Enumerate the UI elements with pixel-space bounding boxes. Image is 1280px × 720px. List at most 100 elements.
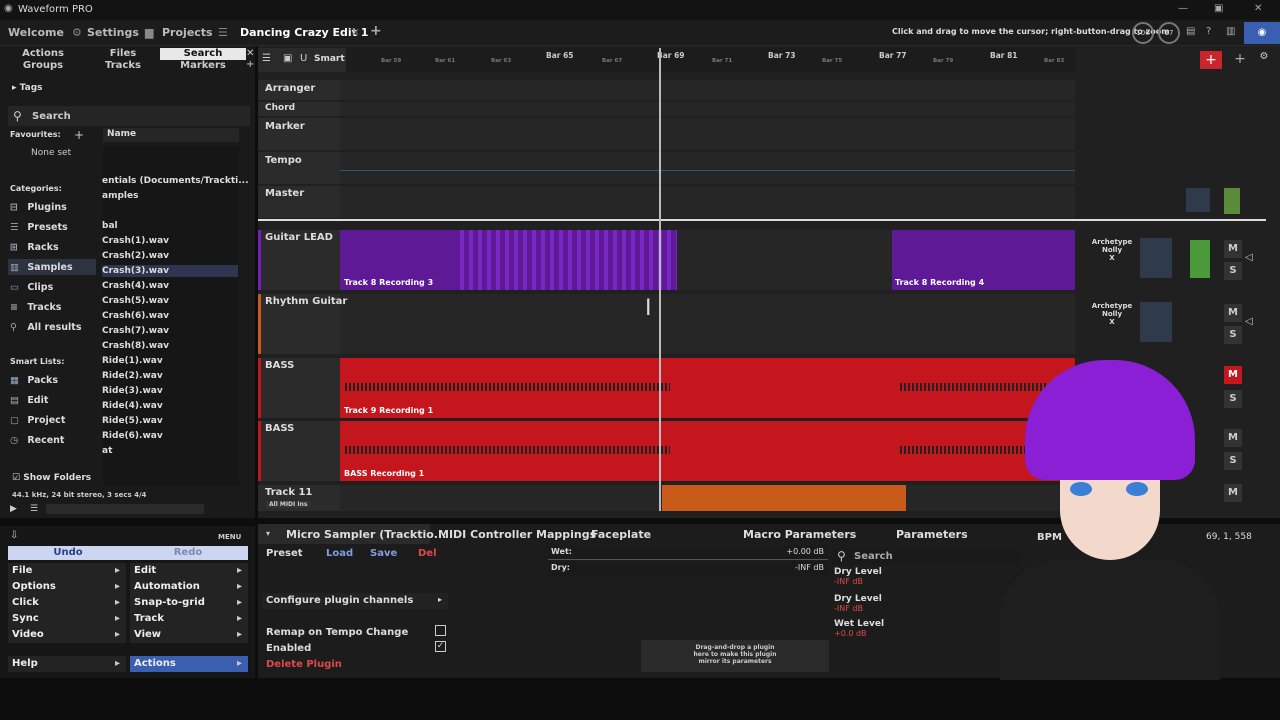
- add-button[interactable]: +: [1230, 51, 1250, 69]
- close-tab-icon[interactable]: ✕: [351, 26, 360, 39]
- menu-edit[interactable]: Edit: [130, 563, 248, 579]
- master-plugin-slot[interactable]: [1186, 188, 1210, 212]
- tab-welcome[interactable]: Welcome: [8, 26, 64, 39]
- tab-edit[interactable]: Dancing Crazy Edit 1: [240, 26, 368, 39]
- magnet-icon[interactable]: U: [300, 53, 307, 64]
- maximize-icon[interactable]: ▣: [1214, 3, 1223, 14]
- mirror-drop-zone[interactable]: Drag-and-drop a plugin here to make this…: [641, 640, 829, 672]
- configure-channels-button[interactable]: Configure plugin channels ▸: [262, 593, 448, 609]
- file-item[interactable]: Crash(6).wav: [102, 311, 169, 321]
- add-favourite-button[interactable]: +: [74, 128, 84, 142]
- file-item[interactable]: Ride(3).wav: [102, 386, 163, 396]
- menu-video[interactable]: Video: [8, 627, 126, 643]
- collapse-icon[interactable]: ▾: [266, 529, 270, 538]
- rhythm-guitar-lane[interactable]: [340, 294, 1075, 354]
- smart-list-edit[interactable]: ▤ Edit: [10, 395, 48, 406]
- category-plugins[interactable]: ⊟ Plugins: [10, 202, 67, 213]
- browser-tab-search[interactable]: Search: [160, 48, 246, 60]
- menu-automation[interactable]: Automation: [130, 579, 248, 595]
- wet-slider[interactable]: Wet: +0.00 dB: [548, 546, 828, 560]
- add-track-button[interactable]: +: [1200, 51, 1222, 69]
- file-item[interactable]: Crash(7).wav: [102, 326, 169, 336]
- load-button[interactable]: Load: [326, 548, 353, 559]
- browser-tab-tracks[interactable]: Tracks: [90, 60, 156, 72]
- clip-track-11[interactable]: [662, 485, 906, 511]
- file-item[interactable]: Crash(1).wav: [102, 236, 169, 246]
- category-clips[interactable]: ▭ Clips: [10, 282, 53, 293]
- show-folders-toggle[interactable]: ☑ Show Folders: [12, 473, 91, 483]
- smart-list-project[interactable]: ▢ Project: [10, 415, 65, 426]
- param-dry-level-1[interactable]: Dry Level -INF dB: [834, 567, 882, 586]
- minimize-icon[interactable]: —: [1178, 3, 1188, 14]
- playhead[interactable]: [659, 48, 661, 511]
- solo-button[interactable]: S: [1224, 262, 1242, 280]
- tab-projects[interactable]: Projects: [162, 26, 213, 39]
- file-item[interactable]: Ride(2).wav: [102, 371, 163, 381]
- close-icon[interactable]: ✕: [1254, 3, 1262, 14]
- menu-actions[interactable]: Actions: [130, 656, 248, 672]
- file-item[interactable]: Ride(4).wav: [102, 401, 163, 411]
- file-item[interactable]: entials (Documents/Trackti...: [102, 176, 249, 186]
- speaker-icon[interactable]: ◁: [1245, 252, 1253, 263]
- tempo-lane[interactable]: [340, 152, 1075, 184]
- save-icon[interactable]: ▣: [283, 53, 292, 64]
- delete-preset-button[interactable]: Del: [418, 548, 437, 559]
- tab-midi-mappings[interactable]: MIDI Controller Mappings: [438, 528, 596, 541]
- tab-macro-parameters[interactable]: Macro Parameters: [743, 528, 856, 541]
- speaker-icon[interactable]: ◁: [1245, 316, 1253, 327]
- menu-sync[interactable]: Sync: [8, 611, 126, 627]
- search-input[interactable]: Search: [32, 111, 71, 122]
- layers-icon[interactable]: ☰: [262, 53, 271, 64]
- list-icon[interactable]: ☰: [30, 504, 38, 514]
- snap-mode[interactable]: Smart: [314, 54, 345, 64]
- plugin-slot-rhythm[interactable]: Archetype Nolly X: [1090, 302, 1134, 338]
- settings-icon[interactable]: ⚙: [1254, 51, 1274, 69]
- timeline-ruler[interactable]: [346, 48, 1076, 72]
- file-item[interactable]: Crash(5).wav: [102, 296, 169, 306]
- mute-button[interactable]: M: [1224, 240, 1242, 258]
- view-toggle-button[interactable]: ◉: [1244, 22, 1280, 44]
- param-dry-level-2[interactable]: Dry Level -INF dB: [834, 594, 882, 613]
- mute-button[interactable]: M: [1224, 304, 1242, 322]
- remap-checkbox[interactable]: [435, 625, 446, 636]
- menu-view[interactable]: View: [130, 627, 248, 643]
- tab-settings[interactable]: Settings: [87, 26, 139, 39]
- add-icon[interactable]: +: [246, 59, 254, 70]
- browser-tab-actions[interactable]: Actions: [8, 48, 78, 60]
- browser-tab-groups[interactable]: Groups: [8, 60, 78, 72]
- browser-tab-files[interactable]: Files: [90, 48, 156, 60]
- file-item[interactable]: amples: [102, 191, 138, 201]
- new-tab-button[interactable]: +: [370, 23, 382, 39]
- file-item[interactable]: Crash(2).wav: [102, 251, 169, 261]
- undo-button[interactable]: Undo: [8, 547, 128, 558]
- play-preview-icon[interactable]: ▶: [10, 504, 17, 514]
- arranger-lane[interactable]: [340, 80, 1075, 100]
- smart-list-recent[interactable]: ◷ Recent: [10, 435, 64, 446]
- rhythm-fader[interactable]: [1140, 302, 1172, 342]
- param-wet-level[interactable]: Wet Level +0.0 dB: [834, 619, 884, 638]
- browser-tab-markers[interactable]: Markers: [160, 60, 246, 72]
- midi-icon[interactable]: ▥: [1226, 26, 1235, 37]
- solo-button[interactable]: S: [1224, 326, 1242, 344]
- plugin-slot-guitar[interactable]: Archetype Nolly X: [1090, 238, 1134, 274]
- zoom-dial-b[interactable]: 17: [1158, 22, 1180, 44]
- download-icon[interactable]: ⇩: [10, 530, 18, 541]
- enabled-checkbox[interactable]: ✓: [435, 641, 446, 652]
- search-field[interactable]: ⚲ Search: [8, 106, 250, 126]
- tab-faceplate[interactable]: Faceplate: [591, 528, 651, 541]
- smart-list-packs[interactable]: ▦ Packs: [10, 375, 58, 386]
- menu-help[interactable]: Help: [8, 656, 126, 672]
- category-all-results[interactable]: ⚲ All results: [10, 322, 81, 333]
- master-lane[interactable]: [340, 186, 1075, 218]
- delete-plugin-button[interactable]: Delete Plugin: [266, 659, 342, 670]
- guitar-fader[interactable]: [1140, 238, 1172, 278]
- save-button[interactable]: Save: [370, 548, 397, 559]
- help-icon[interactable]: ?: [1206, 26, 1211, 37]
- marker-lane[interactable]: [340, 118, 1075, 150]
- dry-slider[interactable]: Dry: -INF dB: [548, 562, 828, 576]
- menu-click[interactable]: Click: [8, 595, 126, 611]
- menu-file[interactable]: File: [8, 563, 126, 579]
- category-presets[interactable]: ☰ Presets: [10, 222, 68, 233]
- file-item[interactable]: bal: [102, 221, 118, 231]
- file-item[interactable]: Ride(5).wav: [102, 416, 163, 426]
